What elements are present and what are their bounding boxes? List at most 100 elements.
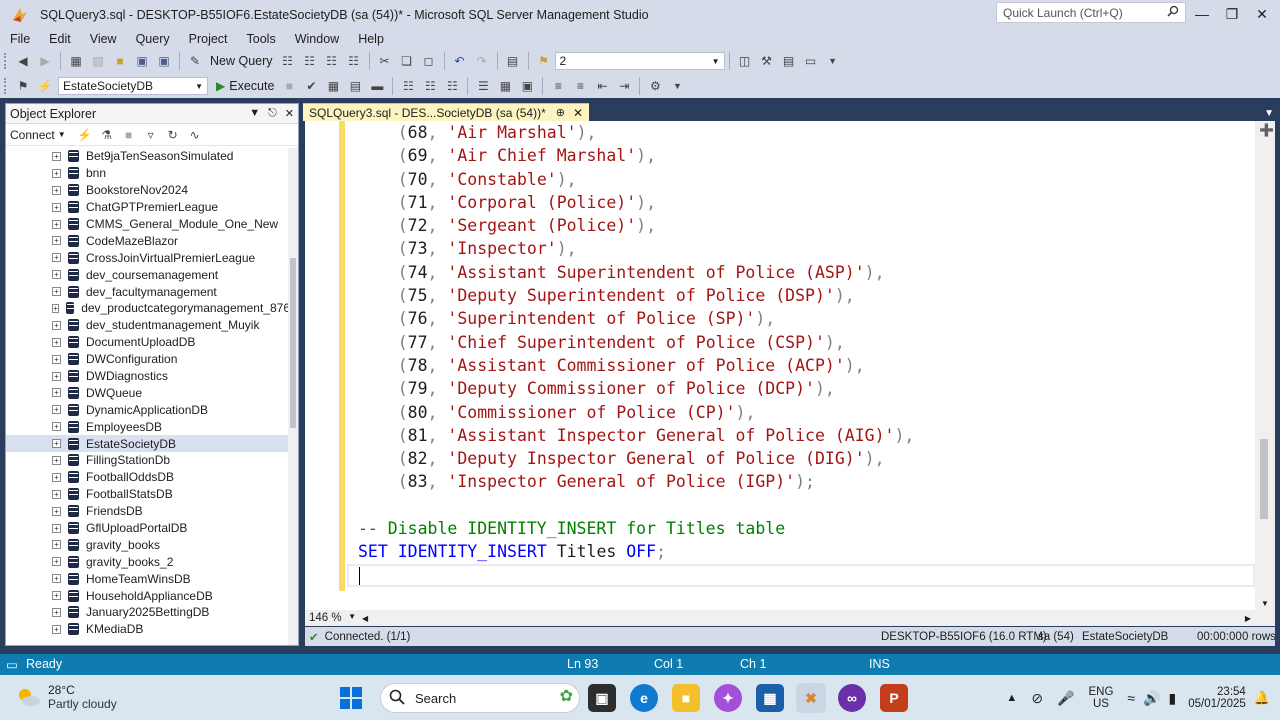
scrollbar-thumb[interactable] <box>1260 439 1268 519</box>
expand-icon[interactable]: + <box>52 557 61 567</box>
expand-icon[interactable]: + <box>52 455 61 465</box>
cut-icon[interactable]: ✂ <box>376 52 394 70</box>
pin-icon[interactable]: ⊕ <box>556 106 565 119</box>
taskbar-search[interactable]: Search ✿ <box>380 683 580 713</box>
expand-icon[interactable]: + <box>52 270 61 280</box>
estimated-plan-icon[interactable]: ▦ <box>324 77 342 95</box>
expand-icon[interactable]: + <box>52 523 61 533</box>
disconnect-icon[interactable]: ⚗ <box>98 126 116 144</box>
zoom-select[interactable]: 146 % ▼ <box>305 612 360 624</box>
scroll-down-icon[interactable]: ▼ <box>1261 599 1269 608</box>
tree-item-database[interactable]: + HouseholdApplianceDB <box>6 587 290 604</box>
uncomment-icon[interactable]: ≡ <box>571 77 589 95</box>
stop-icon[interactable]: ■ <box>120 126 138 144</box>
tree-item-database[interactable]: + January2025BettingDB <box>6 604 290 621</box>
solution-config-select[interactable]: 2 ▼ <box>554 52 725 70</box>
tree-item-database[interactable]: + EstateSocietyDB <box>6 435 290 453</box>
new-query-button[interactable]: ✎ New Query <box>184 52 277 70</box>
sql-editor[interactable]: (68, 'Air Marshal'), (69, 'Air Chief Mar… <box>305 121 1275 610</box>
file-explorer-icon[interactable]: ■ <box>672 684 700 712</box>
language-indicator[interactable]: ENG US <box>1088 686 1113 710</box>
include-plan-icon[interactable]: ☷ <box>399 77 417 95</box>
quick-launch-input[interactable]: Quick Launch (Ctrl+Q) <box>996 2 1186 23</box>
expand-icon[interactable]: + <box>52 168 61 178</box>
tree-item-database[interactable]: + Bet9jaTenSeasonSimulated <box>6 148 290 165</box>
new-project-icon[interactable]: ▦ <box>67 52 85 70</box>
task-view-icon[interactable]: ▣ <box>588 684 616 712</box>
tree-item-database[interactable]: + gravity_books <box>6 536 290 553</box>
stop-icon[interactable]: ■ <box>280 77 298 95</box>
save-all-icon[interactable]: ▣ <box>155 52 173 70</box>
clock[interactable]: 23:54 05/01/2025 <box>1188 686 1246 710</box>
tree-item-database[interactable]: + FootballOddsDB <box>6 469 290 486</box>
expand-icon[interactable]: + <box>52 439 61 449</box>
increase-indent-icon[interactable]: ⇥ <box>615 77 633 95</box>
tree-item-database[interactable]: + dev_studentmanagement_Muyik <box>6 317 290 334</box>
back-icon[interactable]: ◀ <box>14 52 32 70</box>
query-xmla-icon[interactable]: ☷ <box>323 52 341 70</box>
store-icon[interactable]: ▦ <box>756 684 784 712</box>
expand-icon[interactable]: + <box>52 489 61 499</box>
registered-servers-icon[interactable]: ◫ <box>736 52 754 70</box>
object-explorer-scrollbar[interactable] <box>288 148 298 645</box>
powerpoint-icon[interactable]: P <box>880 684 908 712</box>
expand-icon[interactable]: + <box>52 337 61 347</box>
menu-tools[interactable]: Tools <box>237 32 285 46</box>
tree-item-database[interactable]: + DWQueue <box>6 384 290 401</box>
tree-item-database[interactable]: + FootballStatsDB <box>6 486 290 503</box>
menu-query[interactable]: Query <box>126 32 179 46</box>
window-position-icon[interactable]: ▼ <box>249 107 260 120</box>
expand-icon[interactable]: + <box>52 472 61 482</box>
weather-widget[interactable]: 28°C Partly cloudy <box>14 683 117 711</box>
forward-icon[interactable]: ▶ <box>36 52 54 70</box>
database-select[interactable]: EstateSocietyDB ▼ <box>58 77 208 95</box>
connect-button[interactable]: Connect ▼ <box>10 128 66 142</box>
tree-item-database[interactable]: + BookstoreNov2024 <box>6 182 290 199</box>
activity-icon[interactable]: ∿ <box>186 126 204 144</box>
expand-icon[interactable]: + <box>52 540 61 550</box>
volume-icon[interactable]: 🔊 <box>1143 690 1160 707</box>
code-content[interactable]: (68, 'Air Marshal'), (69, 'Air Chief Mar… <box>358 121 1255 564</box>
menu-view[interactable]: View <box>80 32 126 46</box>
copy-icon[interactable]: ❏ <box>398 52 416 70</box>
change-connection-icon[interactable]: ⚡ <box>36 77 54 95</box>
visual-studio-icon[interactable]: ∞ <box>838 684 866 712</box>
expand-icon[interactable]: + <box>52 422 61 432</box>
expand-icon[interactable]: + <box>52 405 61 415</box>
expand-icon[interactable]: + <box>52 388 61 398</box>
tree-item-database[interactable]: + FriendsDB <box>6 503 290 520</box>
toolbar-options-icon[interactable]: ▼ <box>824 52 842 70</box>
tree-item-database[interactable]: + CMMS_General_Module_One_New <box>6 216 290 233</box>
windows-start-icon[interactable] <box>340 687 362 712</box>
tree-item-database[interactable]: + DynamicApplicationDB <box>6 401 290 418</box>
copilot-icon[interactable]: ✦ <box>714 684 742 712</box>
expand-icon[interactable]: + <box>52 303 60 313</box>
menu-project[interactable]: Project <box>179 32 237 46</box>
tree-item-database[interactable]: + FillingStationDb <box>6 452 290 469</box>
battery-icon[interactable]: ▮ <box>1169 690 1177 707</box>
query-dmx-icon[interactable]: ☷ <box>301 52 319 70</box>
expand-icon[interactable]: + <box>52 202 61 212</box>
results-to-file-icon[interactable]: ▣ <box>518 77 536 95</box>
toolbar-grip[interactable] <box>4 78 8 94</box>
tree-item-database[interactable]: + ChatGPTPremierLeague <box>6 199 290 216</box>
tree-item-database[interactable]: + dev_productcategorymanagement_876 <box>6 300 290 317</box>
scroll-left-icon[interactable]: ◀ <box>362 614 368 623</box>
edge-icon[interactable]: e <box>630 684 658 712</box>
client-stats-icon[interactable]: ☷ <box>443 77 461 95</box>
live-stats-icon[interactable]: ☷ <box>421 77 439 95</box>
expand-icon[interactable]: + <box>52 574 61 584</box>
close-tab-icon[interactable]: ✕ <box>573 106 583 120</box>
expand-icon[interactable]: + <box>52 354 61 364</box>
tree-item-database[interactable]: + DocumentUploadDB <box>6 334 290 351</box>
tree-item-database[interactable]: + GflUploadPortalDB <box>6 520 290 537</box>
expand-icon[interactable]: + <box>52 371 61 381</box>
results-to-text-icon[interactable]: ☰ <box>474 77 492 95</box>
filter-icon[interactable]: ▿ <box>142 126 160 144</box>
tree-item-database[interactable]: + bnn <box>6 165 290 182</box>
wifi-icon[interactable]: ≈ <box>1127 690 1135 706</box>
menu-edit[interactable]: Edit <box>39 32 80 46</box>
network-off-icon[interactable]: ⊘ <box>1031 690 1043 707</box>
tree-item-database[interactable]: + gravity_books_2 <box>6 553 290 570</box>
tree-item-database[interactable]: + dev_coursemanagement <box>6 266 290 283</box>
